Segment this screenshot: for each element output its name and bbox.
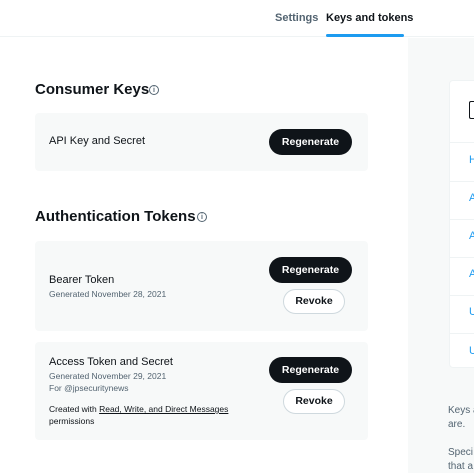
permissions-link[interactable]: Read, Write, and Direct Messages (99, 404, 228, 414)
side-menu-item[interactable]: A (469, 230, 474, 242)
divider (450, 142, 474, 143)
tab-keys-and-tokens[interactable]: Keys and tokens (326, 12, 413, 24)
side-menu-item[interactable]: U (469, 345, 474, 357)
regenerate-bearer-token-button[interactable]: Regenerate (269, 257, 352, 283)
bearer-token-generated-date: Generated November 28, 2021 (49, 289, 167, 299)
side-description-line: that a (448, 461, 474, 472)
document-icon (469, 101, 474, 119)
top-tab-bar: Settings Keys and tokens (0, 0, 474, 37)
bearer-token-card: Bearer Token Generated November 28, 2021… (35, 241, 368, 331)
side-menu-item[interactable]: U (469, 306, 474, 318)
info-icon[interactable]: i (197, 212, 207, 222)
access-token-account: For @jpsecuritynews (49, 383, 129, 393)
revoke-bearer-token-button[interactable]: Revoke (283, 289, 345, 314)
permissions-note-prefix: Created with (49, 404, 100, 414)
access-token-generated-date: Generated November 29, 2021 (49, 371, 167, 381)
side-description-line: are. (448, 419, 466, 430)
side-panel: H A A A U U Keys a are. Speci that a (408, 38, 474, 473)
authentication-tokens-heading: Authentication Tokens (35, 208, 196, 225)
consumer-keys-heading: Consumer Keys (35, 81, 150, 98)
permissions-note-suffix: permissions (49, 416, 95, 426)
divider (450, 295, 474, 296)
divider (450, 219, 474, 220)
api-key-label: API Key and Secret (49, 135, 145, 147)
side-description-line: Keys a (448, 405, 474, 416)
side-menu-item[interactable]: H (469, 154, 474, 166)
regenerate-api-key-button[interactable]: Regenerate (269, 129, 352, 155)
active-tab-indicator (326, 34, 404, 37)
access-token-card: Access Token and Secret Generated Novemb… (35, 342, 368, 440)
divider (450, 333, 474, 334)
access-token-label: Access Token and Secret (49, 356, 173, 368)
access-token-permissions-note: Created with Read, Write, and Direct Mes… (49, 403, 259, 427)
info-icon[interactable]: i (149, 85, 159, 95)
side-menu-box: H A A A U U (449, 80, 474, 368)
main-content: Consumer Keys i API Key and Secret Regen… (0, 38, 408, 473)
api-key-card: API Key and Secret Regenerate (35, 113, 368, 171)
side-menu-item[interactable]: A (469, 192, 474, 204)
side-menu-item[interactable]: A (469, 268, 474, 280)
divider (450, 181, 474, 182)
side-description-line: Speci (448, 447, 474, 458)
regenerate-access-token-button[interactable]: Regenerate (269, 357, 352, 383)
tab-settings[interactable]: Settings (275, 12, 318, 24)
bearer-token-label: Bearer Token (49, 274, 115, 286)
divider (450, 257, 474, 258)
revoke-access-token-button[interactable]: Revoke (283, 389, 345, 414)
